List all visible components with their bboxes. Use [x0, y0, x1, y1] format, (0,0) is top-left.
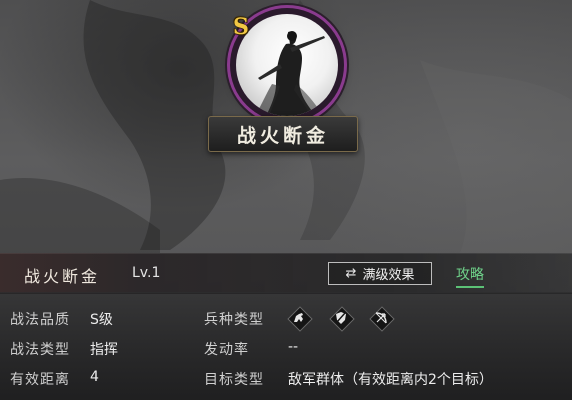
- troop-type-label: 兵种类型: [204, 312, 264, 328]
- skill-type-label: 战法类型: [10, 342, 70, 358]
- trigger-rate-value: --: [288, 339, 299, 355]
- range-label: 有效距离: [10, 372, 70, 388]
- trigger-rate-label: 发动率: [204, 342, 249, 358]
- skill-grade-badge: S: [233, 14, 249, 40]
- skill-type-value: 指挥: [90, 342, 118, 358]
- guide-link[interactable]: 攻略: [456, 264, 484, 288]
- swap-arrows-icon: ⇄: [345, 266, 357, 281]
- shield-icon: [329, 306, 355, 332]
- quality-label: 战法品质: [10, 312, 70, 328]
- target-type-value: 敌军群体（有效距离内2个目标）: [288, 372, 493, 388]
- target-type-label: 目标类型: [204, 372, 264, 388]
- range-value: 4: [90, 369, 99, 385]
- skill-name-plate: 战火断金: [208, 116, 358, 152]
- skill-level: Lv.1: [132, 265, 161, 281]
- skill-name: 战火断金: [24, 267, 101, 286]
- skill-title-bar: 战火断金 Lv.1 ⇄ 满级效果 攻略: [0, 253, 572, 294]
- bow-icon: [369, 306, 395, 332]
- quality-value: S级: [90, 312, 113, 328]
- cavalry-icon: [287, 306, 313, 332]
- max-level-effect-label: 满级效果: [362, 268, 415, 283]
- max-level-effect-button[interactable]: ⇄ 满级效果: [328, 262, 432, 285]
- skill-info-panel: 战法品质 S级 战法类型 指挥 有效距离 4 兵种类型 发动率 -- 目标类型 …: [0, 292, 572, 400]
